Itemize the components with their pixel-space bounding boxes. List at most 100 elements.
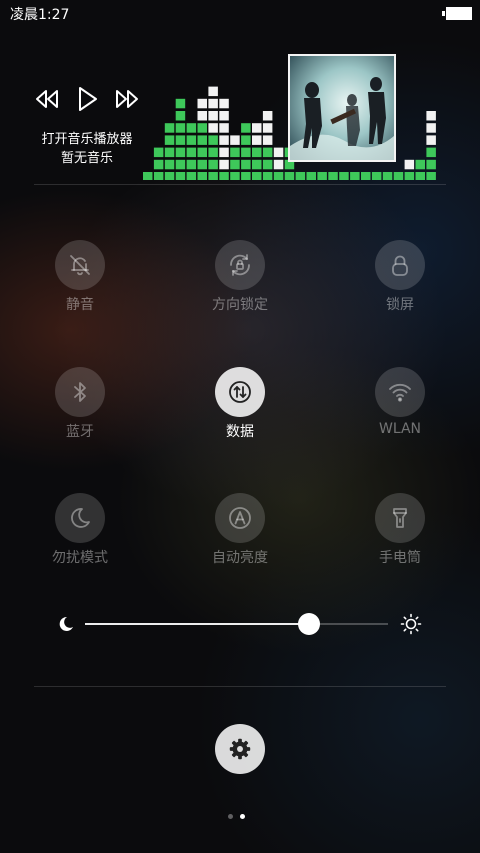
equalizer-cell xyxy=(186,159,197,170)
toggle-lock-screen-label: 锁屏 xyxy=(386,297,414,313)
music-status-text[interactable]: 打开音乐播放器 暂无音乐 xyxy=(30,130,144,168)
equalizer-cell xyxy=(371,172,382,180)
equalizer-cell xyxy=(164,147,175,158)
brightness-knob[interactable] xyxy=(298,613,321,635)
no-music-label: 暂无音乐 xyxy=(60,151,113,166)
album-cover-image[interactable] xyxy=(288,54,396,162)
rewind-icon[interactable] xyxy=(33,85,61,113)
equalizer-cell xyxy=(262,135,273,145)
mobile-data-icon xyxy=(215,367,265,417)
equalizer-cell xyxy=(175,135,186,145)
equalizer-cell xyxy=(208,98,218,109)
toggle-data-label: 数据 xyxy=(226,424,254,440)
equalizer-cell xyxy=(241,147,251,158)
equalizer-cell xyxy=(241,123,251,133)
equalizer-cell xyxy=(262,111,273,121)
toggle-do-not-disturb[interactable]: 勿扰模式 xyxy=(20,493,140,573)
moon-icon xyxy=(55,493,105,543)
toggle-mute[interactable]: 静音 xyxy=(20,240,140,320)
flashlight-icon xyxy=(375,493,425,543)
equalizer-cell xyxy=(241,135,251,145)
equalizer-cell xyxy=(219,135,229,145)
equalizer-cell xyxy=(219,123,229,133)
equalizer-cell xyxy=(186,123,197,133)
equalizer-cell xyxy=(164,172,175,180)
equalizer-cell xyxy=(175,123,186,133)
equalizer-cell xyxy=(208,123,218,133)
equalizer-cell xyxy=(241,159,251,170)
equalizer-cell xyxy=(295,172,306,180)
page-indicator xyxy=(228,812,252,820)
toggle-bluetooth[interactable]: 蓝牙 xyxy=(20,367,140,447)
settings-button[interactable] xyxy=(215,724,265,774)
equalizer-cell xyxy=(153,159,164,170)
toggle-auto-brightness[interactable]: 自动亮度 xyxy=(180,493,300,573)
toggle-bluetooth-label: 蓝牙 xyxy=(66,424,94,440)
equalizer-cell xyxy=(404,172,415,180)
status-bar: 凌晨1:27 xyxy=(0,0,480,26)
toggle-data[interactable]: 数据 xyxy=(180,367,300,447)
equalizer-cell xyxy=(252,159,262,170)
toggle-flashlight-label: 手电筒 xyxy=(379,550,421,566)
equalizer-cell xyxy=(153,172,164,180)
equalizer-cell xyxy=(426,123,436,133)
battery-full-icon xyxy=(442,7,472,20)
equalizer-cell xyxy=(328,172,338,180)
music-widget: 打开音乐播放器 暂无音乐 xyxy=(0,60,480,180)
equalizer-cell xyxy=(153,147,164,158)
equalizer-cell xyxy=(273,172,284,180)
toggle-rotation-lock-label: 方向锁定 xyxy=(212,297,268,313)
equalizer-cell xyxy=(426,111,436,121)
equalizer-cell xyxy=(262,172,273,180)
brightness-track[interactable] xyxy=(85,613,388,635)
equalizer-cell xyxy=(393,172,404,180)
rotation-lock-icon xyxy=(215,240,265,290)
equalizer-cell xyxy=(404,159,415,170)
equalizer-cell xyxy=(252,123,262,133)
equalizer-cell xyxy=(219,159,229,170)
equalizer-cell xyxy=(241,172,251,180)
status-time: 凌晨1:27 xyxy=(10,7,70,23)
toggle-mute-label: 静音 xyxy=(66,297,94,313)
toggle-wlan[interactable]: WLAN xyxy=(340,367,460,447)
equalizer-cell xyxy=(197,123,207,133)
equalizer-cell xyxy=(164,159,175,170)
equalizer-cell xyxy=(262,159,273,170)
wifi-icon xyxy=(375,367,425,417)
equalizer-cell xyxy=(208,86,218,97)
equalizer-cell xyxy=(219,147,229,158)
equalizer-cell xyxy=(175,111,186,121)
equalizer-cell xyxy=(219,98,229,109)
toggle-do-not-disturb-label: 勿扰模式 xyxy=(52,550,108,566)
equalizer-cell xyxy=(197,172,207,180)
equalizer-cell xyxy=(426,135,436,145)
equalizer-cell xyxy=(262,147,273,158)
equalizer-cell xyxy=(426,147,436,158)
equalizer-cell xyxy=(186,147,197,158)
fast-forward-icon[interactable] xyxy=(113,85,141,113)
equalizer-cell xyxy=(317,172,327,180)
equalizer-cell xyxy=(186,135,197,145)
equalizer-cell xyxy=(415,159,425,170)
equalizer-cell xyxy=(175,147,186,158)
lock-icon xyxy=(375,240,425,290)
equalizer-cell xyxy=(252,172,262,180)
toggle-lock-screen[interactable]: 锁屏 xyxy=(340,240,460,320)
play-icon[interactable] xyxy=(73,85,101,113)
open-music-player-link[interactable]: 打开音乐播放器 xyxy=(30,130,144,149)
equalizer-cell xyxy=(208,172,218,180)
brightness-slider[interactable] xyxy=(0,606,480,642)
bell-off-icon xyxy=(55,240,105,290)
equalizer-cell xyxy=(350,172,360,180)
equalizer-cell xyxy=(284,172,295,180)
divider-top xyxy=(34,184,446,185)
equalizer-cell xyxy=(197,147,207,158)
equalizer-cell xyxy=(426,172,436,180)
equalizer-cell xyxy=(164,135,175,145)
toggle-rotation-lock[interactable]: 方向锁定 xyxy=(180,240,300,320)
equalizer-cell xyxy=(339,172,349,180)
equalizer-cell xyxy=(164,123,175,133)
equalizer-cell xyxy=(175,172,186,180)
toggle-flashlight[interactable]: 手电筒 xyxy=(340,493,460,573)
equalizer-cell xyxy=(230,135,240,145)
